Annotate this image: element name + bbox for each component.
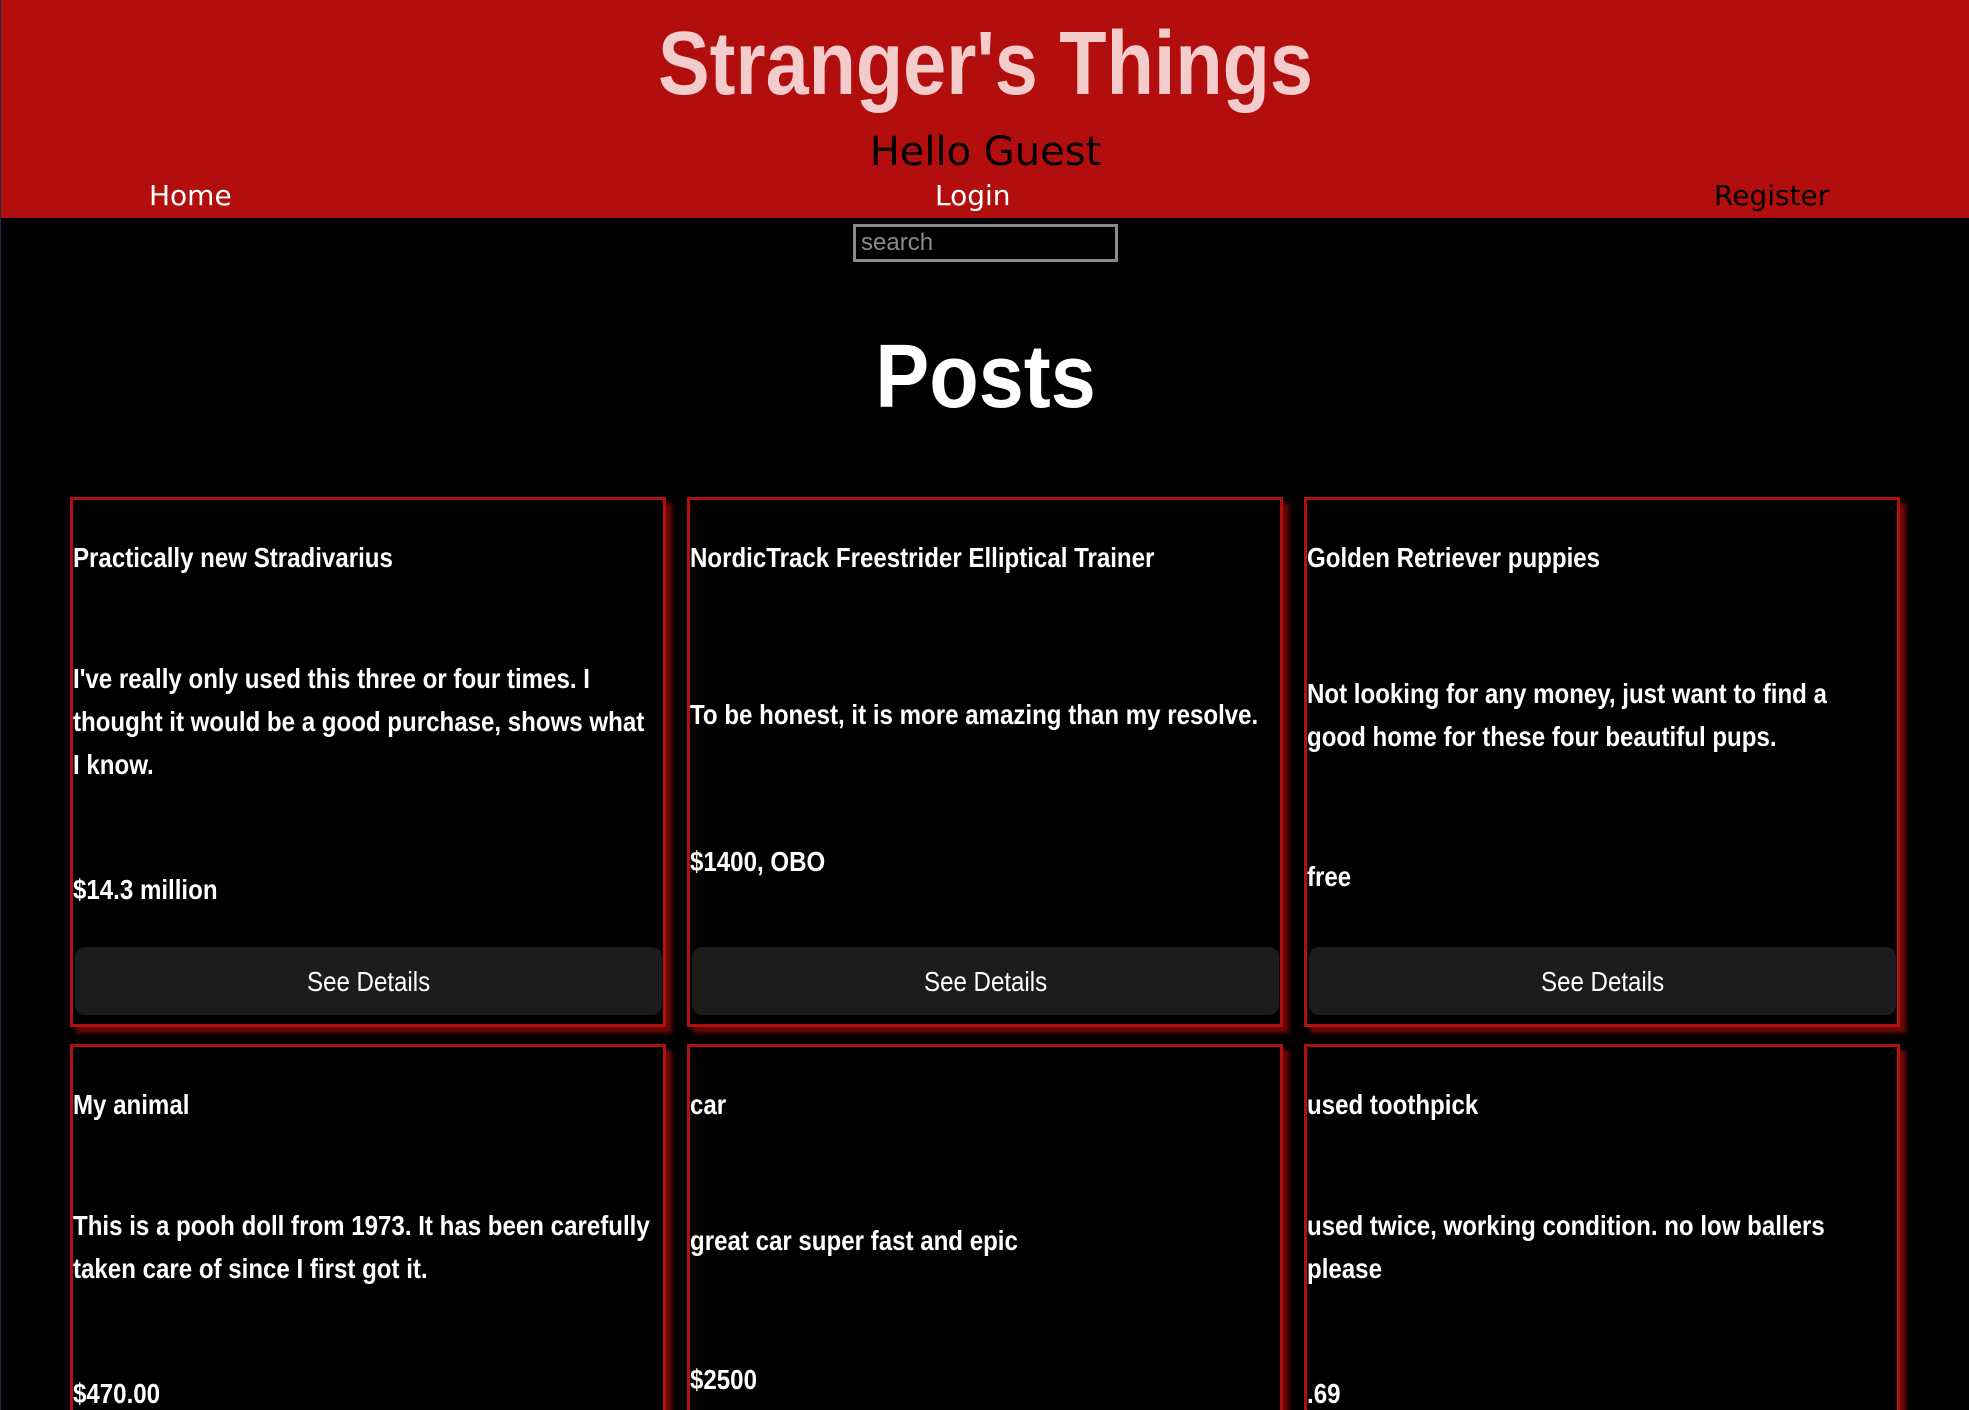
see-details-button[interactable]: See Details: [1309, 947, 1896, 1015]
see-details-button[interactable]: See Details: [75, 947, 662, 1015]
see-details-button[interactable]: See Details: [692, 947, 1279, 1015]
see-details-label: See Details: [1540, 966, 1665, 997]
nav-login-link[interactable]: Login: [935, 176, 1011, 216]
post-card: Golden Retriever puppies Not looking for…: [1304, 497, 1900, 1027]
post-card: Practically new Stradivarius I've really…: [70, 497, 666, 1027]
nav-home-link[interactable]: Home: [149, 176, 232, 216]
post-price: $1400, OBO: [690, 846, 826, 877]
post-card: My animal This is a pooh doll from 1973.…: [70, 1044, 666, 1410]
see-details-label: See Details: [306, 966, 431, 997]
post-title: Golden Retriever puppies: [1307, 542, 1601, 573]
post-title: Practically new Stradivarius: [73, 542, 393, 573]
post-card: used toothpick used twice, working condi…: [1304, 1044, 1900, 1410]
post-description: To be honest, it is more amazing than my…: [690, 699, 1259, 730]
post-description: I've really only used this three or four…: [73, 663, 645, 780]
post-title: NordicTrack Freestrider Elliptical Train…: [690, 542, 1155, 573]
post-price: $2500: [690, 1364, 757, 1395]
post-price: free: [1307, 861, 1352, 892]
nav-register-link[interactable]: Register: [1714, 176, 1829, 216]
post-price: .69: [1307, 1378, 1341, 1409]
see-details-label: See Details: [923, 966, 1048, 997]
post-title: My animal: [73, 1089, 190, 1120]
post-price: $14.3 million: [73, 874, 218, 905]
page-title: Posts: [875, 327, 1096, 427]
site-title: Stranger's Things: [658, 14, 1313, 114]
greeting: Hello Guest: [869, 129, 1102, 175]
post-price: $470.00: [73, 1378, 161, 1409]
post-description: great car super fast and epic: [690, 1225, 1018, 1256]
site-header: Stranger's Things Hello Guest Home Login…: [1, 0, 1969, 218]
post-description: This is a pooh doll from 1973. It has be…: [73, 1210, 650, 1284]
page: Stranger's Things Hello Guest Home Login…: [0, 0, 1969, 1410]
post-title: used toothpick: [1307, 1089, 1479, 1120]
post-description: used twice, working condition. no low ba…: [1307, 1210, 1825, 1284]
post-title: car: [690, 1089, 727, 1120]
post-description: Not looking for any money, just want to …: [1307, 678, 1827, 752]
post-card: car great car super fast and epic $2500: [687, 1044, 1283, 1410]
search-input[interactable]: [853, 224, 1118, 262]
post-card: NordicTrack Freestrider Elliptical Train…: [687, 497, 1283, 1027]
